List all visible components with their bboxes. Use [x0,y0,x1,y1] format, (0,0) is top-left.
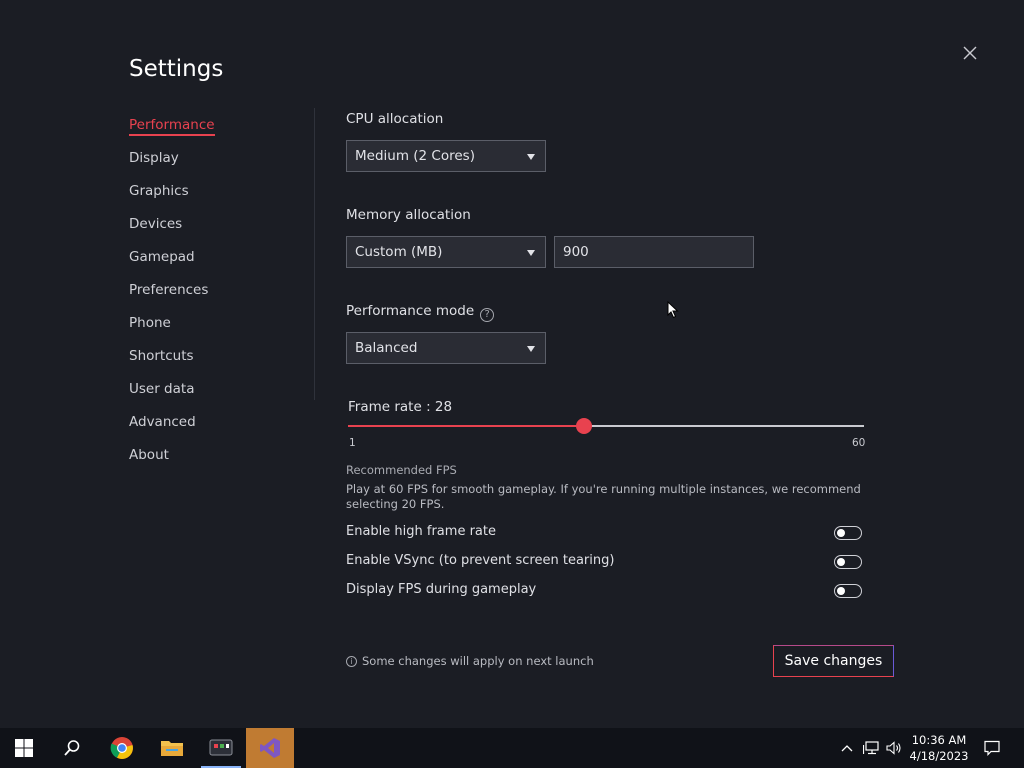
recommended-fps-title: Recommended FPS [346,463,457,477]
clock-time: 10:36 AM [911,733,967,747]
sidebar-item-user-data[interactable]: User data [129,380,299,413]
sidebar-item-advanced[interactable]: Advanced [129,413,299,446]
sidebar-item-label: Performance [129,117,215,136]
sidebar-item-devices[interactable]: Devices [129,215,299,248]
taskbar: 10:36 AM 4/18/2023 [0,728,1024,768]
settings-window: Settings Performance Display Graphics De… [0,0,1024,728]
action-center-button[interactable] [980,728,1004,768]
sidebar-item-label: About [129,447,169,463]
dropdown-arrow-icon [527,250,535,256]
network-tray-button[interactable] [861,728,881,768]
close-icon [963,46,977,60]
visual-studio-icon [260,738,280,758]
info-icon: i [346,655,357,667]
chrome-icon [110,737,133,759]
sidebar-item-label: Preferences [129,282,209,298]
cpu-allocation-select[interactable]: Medium (2 Cores) [346,140,546,172]
launch-note-text: Some changes will apply on next launch [362,654,594,668]
sidebar-item-performance[interactable]: Performance [129,116,299,149]
search-button[interactable] [48,728,96,768]
save-changes-button[interactable]: Save changes [773,645,894,677]
network-icon [863,741,879,755]
mouse-cursor-icon [667,300,679,323]
page-title: Settings [129,56,224,82]
memory-allocation-mode: Custom (MB) [355,244,443,260]
toggle-label: Enable VSync (to prevent screen tearing) [346,553,615,568]
clock-date: 4/18/2023 [909,749,969,763]
performance-mode-value: Balanced [355,340,418,356]
cpu-allocation-label: CPU allocation [346,111,444,127]
toggle-row-vsync: Enable VSync (to prevent screen tearing) [346,551,862,573]
toggle-row-high-frame-rate: Enable high frame rate [346,522,862,544]
memory-amount-input[interactable] [554,236,754,268]
start-button[interactable] [0,728,48,768]
sidebar-item-shortcuts[interactable]: Shortcuts [129,347,299,380]
memory-allocation-select[interactable]: Custom (MB) [346,236,546,268]
toggle-knob [837,586,845,595]
chevron-up-icon [841,745,853,752]
slider-thumb[interactable] [576,418,592,434]
memory-allocation-label: Memory allocation [346,207,471,223]
speaker-icon [886,741,901,755]
sidebar-item-label: User data [129,381,195,397]
taskbar-chrome[interactable] [98,728,146,768]
sidebar-item-about[interactable]: About [129,446,299,479]
frame-rate-label: Frame rate : 28 [348,399,453,415]
taskbar-clock[interactable]: 10:36 AM 4/18/2023 [904,732,974,764]
high-frame-rate-toggle[interactable] [834,526,862,540]
volume-tray-button[interactable] [884,728,904,768]
toggle-label: Display FPS during gameplay [346,582,537,597]
help-icon[interactable]: ? [480,308,495,322]
show-hidden-icons-button[interactable] [838,728,856,768]
sidebar-item-gamepad[interactable]: Gamepad [129,248,299,281]
sidebar-item-label: Phone [129,315,171,331]
folder-icon [161,741,183,756]
cpu-allocation-value: Medium (2 Cores) [355,148,475,164]
sidebar-item-label: Shortcuts [129,348,194,364]
emulator-app-icon [209,739,233,756]
taskbar-visual-studio[interactable] [246,728,294,768]
toggle-row-display-fps: Display FPS during gameplay [346,580,862,602]
sidebar-item-preferences[interactable]: Preferences [129,281,299,314]
toggle-knob [837,528,845,537]
recommended-fps-description: Play at 60 FPS for smooth gameplay. If y… [346,482,861,511]
settings-sidebar: Performance Display Graphics Devices Gam… [129,116,299,479]
toggle-knob [837,557,845,566]
slider-min-label: 1 [349,437,356,449]
slider-fill [348,425,584,427]
sidebar-item-label: Devices [129,216,183,232]
slider-max-label: 60 [852,437,866,449]
dropdown-arrow-icon [527,346,535,352]
close-button[interactable] [960,43,980,63]
sidebar-item-display[interactable]: Display [129,149,299,182]
vsync-toggle[interactable] [834,555,862,569]
performance-mode-select[interactable]: Balanced [346,332,546,364]
dropdown-arrow-icon [527,154,535,160]
performance-panel: CPU allocation Medium (2 Cores) Memory a… [346,0,894,728]
taskbar-emulator[interactable] [197,728,245,768]
sidebar-item-label: Gamepad [129,249,195,265]
notification-icon [984,740,1000,756]
performance-mode-label: Performance mode? [346,303,495,322]
taskbar-file-explorer[interactable] [148,728,196,768]
sidebar-item-label: Display [129,150,179,166]
search-icon [64,740,80,756]
performance-mode-label-text: Performance mode [346,303,475,319]
sidebar-item-label: Advanced [129,414,196,430]
launch-note: i Some changes will apply on next launch [346,654,594,668]
windows-logo-icon [15,739,33,757]
toggle-label: Enable high frame rate [346,524,496,539]
sidebar-divider [314,108,315,400]
sidebar-item-graphics[interactable]: Graphics [129,182,299,215]
frame-rate-slider[interactable] [348,418,864,434]
display-fps-toggle[interactable] [834,584,862,598]
sidebar-item-phone[interactable]: Phone [129,314,299,347]
sidebar-item-label: Graphics [129,183,189,199]
